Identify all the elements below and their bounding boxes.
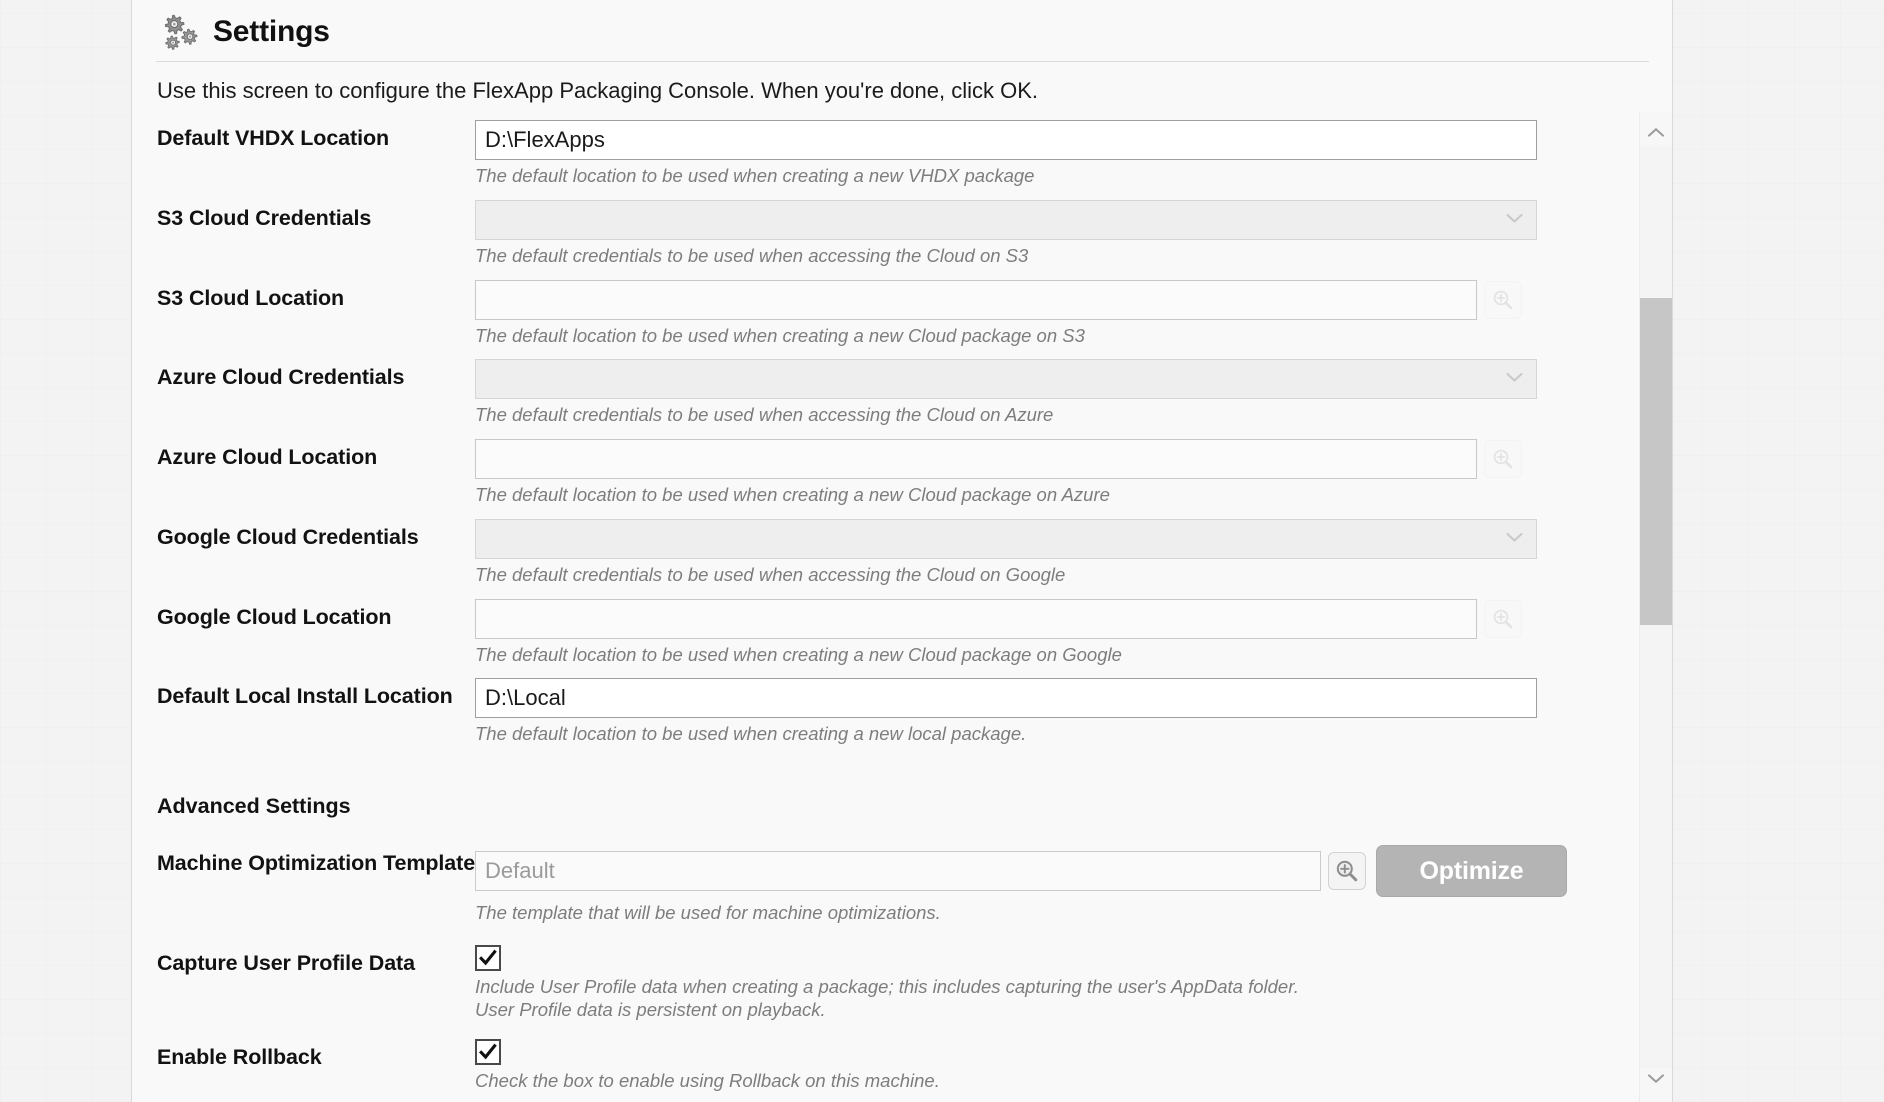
field-row-s3-cloud-location: S3 Cloud Location The default location t… xyxy=(132,279,1624,348)
settings-scroll-viewport: Default VHDX Location D:\FlexApps The de… xyxy=(132,112,1672,1102)
field-row-enable-rollback: Enable Rollback Check the box to enable … xyxy=(132,1039,1624,1093)
field-help: The default location to be used when cre… xyxy=(475,165,1035,186)
header-divider xyxy=(156,61,1649,62)
field-row-azure-cloud-location: Azure Cloud Location The default locatio… xyxy=(132,439,1624,507)
field-label: Enable Rollback xyxy=(157,1045,322,1070)
field-help: The default location to be used when cre… xyxy=(475,324,1085,346)
field-label: Azure Cloud Credentials xyxy=(157,365,405,390)
field-label: Capture User Profile Data xyxy=(157,950,415,975)
chevron-down-icon xyxy=(1506,530,1523,548)
field-label: S3 Cloud Location xyxy=(157,285,345,310)
azure-cloud-location-input[interactable] xyxy=(475,439,1477,479)
advanced-settings-heading: Advanced Settings xyxy=(157,794,351,818)
intro-text: Use this screen to configure the FlexApp… xyxy=(157,78,1038,103)
search-icon[interactable] xyxy=(1328,852,1366,890)
dialog-header: Settings xyxy=(132,0,1672,68)
field-row-s3-cloud-credentials: S3 Cloud Credentials The default credent… xyxy=(132,199,1624,268)
google-cloud-location-input[interactable] xyxy=(475,598,1477,639)
field-label: Azure Cloud Location xyxy=(157,445,378,469)
chevron-up-icon xyxy=(1647,125,1665,143)
settings-dialog: Settings Use this screen to configure th… xyxy=(131,0,1673,1102)
gears-icon xyxy=(157,12,199,54)
field-help: The default location to be used when cre… xyxy=(475,484,1110,505)
scrollbar-thumb[interactable] xyxy=(1640,298,1672,625)
field-label: S3 Cloud Credentials xyxy=(157,205,372,230)
app-background: Settings Use this screen to configure th… xyxy=(0,0,1884,1102)
field-row-default-local-install-location: Default Local Install Location D:\Local … xyxy=(132,678,1624,746)
enable-rollback-checkbox[interactable] xyxy=(475,1039,501,1066)
field-label: Google Cloud Location xyxy=(157,604,392,629)
scrollbar-track[interactable] xyxy=(1640,146,1672,1068)
google-cloud-credentials-select[interactable] xyxy=(475,518,1537,559)
search-icon[interactable] xyxy=(1484,280,1522,319)
s3-cloud-credentials-select[interactable] xyxy=(475,199,1537,240)
field-help-line-1: Include User Profile data when creating … xyxy=(475,975,1299,997)
chevron-down-icon xyxy=(1647,1071,1665,1089)
azure-cloud-credentials-select[interactable] xyxy=(475,359,1537,400)
field-row-google-cloud-credentials: Google Cloud Credentials The default cre… xyxy=(132,518,1624,587)
field-help: The default credentials to be used when … xyxy=(475,563,1066,585)
settings-scrollbar[interactable] xyxy=(1639,112,1672,1102)
settings-form: Default VHDX Location D:\FlexApps The de… xyxy=(132,112,1624,1093)
search-icon[interactable] xyxy=(1484,440,1522,478)
field-row-azure-cloud-credentials: Azure Cloud Credentials The default cred… xyxy=(132,359,1624,427)
s3-cloud-location-input[interactable] xyxy=(475,279,1477,320)
field-help: The template that will be used for machi… xyxy=(475,902,941,923)
field-help: Check the box to enable using Rollback o… xyxy=(475,1070,940,1092)
capture-user-profile-data-checkbox[interactable] xyxy=(475,944,501,971)
field-help: The default location to be used when cre… xyxy=(475,643,1122,665)
chevron-down-icon xyxy=(1506,370,1523,388)
field-help: The default credentials to be used when … xyxy=(475,244,1029,266)
default-vhdx-location-input[interactable]: D:\FlexApps xyxy=(475,120,1537,160)
field-help: The default location to be used when cre… xyxy=(475,723,1027,745)
chevron-down-icon xyxy=(1506,211,1523,229)
field-row-capture-user-profile-data: Capture User Profile Data Include User P… xyxy=(132,944,1624,1022)
field-label: Default Local Install Location xyxy=(157,684,453,709)
field-help-line-2: User Profile data is persistent on playb… xyxy=(475,998,826,1020)
machine-optimization-template-input[interactable]: Default xyxy=(475,851,1321,891)
search-icon[interactable] xyxy=(1484,599,1522,638)
field-label: Machine Optimization Template xyxy=(157,851,476,875)
default-local-install-location-input[interactable]: D:\Local xyxy=(475,678,1537,719)
field-row-google-cloud-location: Google Cloud Location The default locati… xyxy=(132,598,1624,667)
optimize-button[interactable]: Optimize xyxy=(1376,845,1567,897)
field-label: Google Cloud Credentials xyxy=(157,524,419,549)
field-row-machine-optimization-template: Machine Optimization Template Default Op… xyxy=(132,845,1624,925)
scroll-down-button[interactable] xyxy=(1640,1064,1672,1096)
check-icon xyxy=(479,1043,497,1060)
check-icon xyxy=(479,949,497,966)
page-title: Settings xyxy=(213,15,330,48)
field-label: Default VHDX Location xyxy=(157,126,390,150)
field-row-default-vhdx-location: Default VHDX Location D:\FlexApps The de… xyxy=(132,120,1624,188)
field-help: The default credentials to be used when … xyxy=(475,404,1054,426)
